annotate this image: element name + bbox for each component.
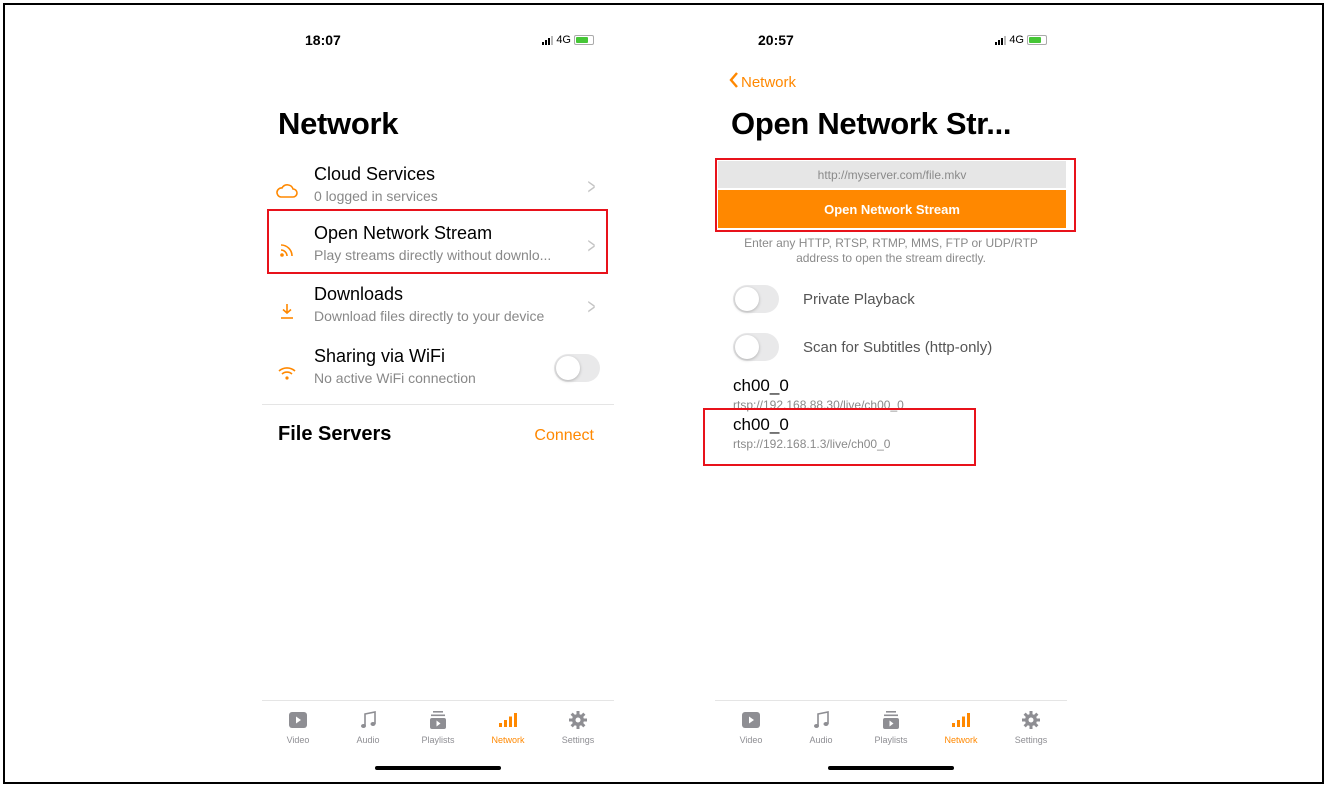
file-servers-title: File Servers (278, 423, 392, 445)
connect-button[interactable]: Connect (534, 427, 594, 445)
tab-label: Playlists (874, 735, 908, 745)
tab-audio[interactable]: Audio (333, 709, 403, 745)
downloads-row[interactable]: Downloads Download files directly to you… (262, 282, 614, 342)
music-note-icon (333, 709, 403, 731)
hint-text: Enter any HTTP, RTSP, RTMP, MMS, FTP or … (744, 236, 1038, 265)
music-note-icon (786, 709, 856, 731)
tab-label: Settings (1014, 735, 1048, 745)
page-title: Open Network Str... (731, 106, 1012, 141)
tab-label: Audio (809, 735, 833, 745)
row-title: Sharing via WiFi (314, 346, 446, 366)
tab-label: Settings (561, 735, 595, 745)
tab-audio[interactable]: Audio (786, 709, 856, 745)
tab-video[interactable]: Video (716, 709, 786, 745)
private-playback-row: Private Playback (733, 284, 1053, 314)
toggle-label: Scan for Subtitles (http-only) (803, 338, 993, 356)
back-button[interactable]: Network (729, 72, 796, 92)
row-title: Downloads (314, 284, 404, 304)
tab-label: Video (739, 735, 763, 745)
tab-video[interactable]: Video (263, 709, 333, 745)
network-status: 4G (995, 34, 1047, 46)
wifi-sharing-toggle[interactable] (554, 354, 600, 382)
battery-icon (1027, 35, 1047, 45)
tab-playlists[interactable]: Playlists (403, 709, 473, 745)
gear-icon (996, 709, 1066, 731)
tab-label: Audio (356, 735, 380, 745)
network-status: 4G (542, 34, 594, 46)
highlight-box (267, 209, 608, 274)
chevron-right-icon: > (587, 294, 596, 319)
network-type: 4G (556, 34, 571, 46)
history-item[interactable]: ch00_0 rtsp://192.168.88.30/live/ch00_0 (733, 376, 904, 412)
network-bars-icon (473, 709, 543, 731)
row-subtitle: Download files directly to your device (314, 308, 545, 324)
chevron-right-icon: > (587, 174, 596, 199)
highlight-box (715, 158, 1076, 232)
history-name: ch00_0 (733, 376, 789, 395)
tab-label: Network (491, 735, 525, 745)
tab-bar: Video Audio Playlists Network Settings (262, 700, 614, 772)
screenshot-frame (3, 3, 1324, 784)
scan-subtitles-row: Scan for Subtitles (http-only) (733, 332, 1053, 362)
status-time: 18:07 (305, 32, 341, 48)
scan-subtitles-toggle[interactable] (733, 333, 779, 361)
cloud-icon (276, 180, 298, 202)
playlist-icon (403, 709, 473, 731)
playlist-icon (856, 709, 926, 731)
chevron-left-icon (729, 72, 739, 92)
tab-network[interactable]: Network (926, 709, 996, 745)
status-bar: 18:07 4G (262, 32, 614, 52)
highlight-box (703, 408, 976, 466)
tab-settings[interactable]: Settings (996, 709, 1066, 745)
tab-settings[interactable]: Settings (543, 709, 613, 745)
network-type: 4G (1009, 34, 1024, 46)
row-subtitle: No active WiFi connection (314, 370, 476, 386)
signal-icon (542, 35, 554, 45)
tab-label: Video (286, 735, 310, 745)
status-time: 20:57 (758, 32, 794, 48)
status-bar: 20:57 4G (715, 32, 1067, 52)
wifi-icon (276, 362, 298, 384)
video-icon (263, 709, 333, 731)
tab-label: Playlists (421, 735, 455, 745)
network-bars-icon (926, 709, 996, 731)
home-indicator (375, 766, 501, 770)
gear-icon (543, 709, 613, 731)
back-label: Network (741, 73, 797, 91)
home-indicator (828, 766, 954, 770)
row-title: Cloud Services (314, 164, 436, 184)
toggle-label: Private Playback (803, 290, 915, 308)
divider (262, 404, 614, 405)
private-playback-toggle[interactable] (733, 285, 779, 313)
video-icon (716, 709, 786, 731)
battery-icon (574, 35, 594, 45)
signal-icon (995, 35, 1007, 45)
download-icon (276, 300, 298, 322)
row-subtitle: 0 logged in services (314, 188, 438, 204)
tab-bar: Video Audio Playlists Network Settings (715, 700, 1067, 772)
sharing-wifi-row: Sharing via WiFi No active WiFi connecti… (262, 344, 614, 404)
tab-playlists[interactable]: Playlists (856, 709, 926, 745)
right-phone-screen: 20:57 4G Network Open Network Str... htt… (703, 20, 1076, 772)
tab-label: Network (944, 735, 978, 745)
left-phone-screen: 18:07 4G Network Cloud Services 0 logged… (262, 20, 614, 772)
page-title: Network (278, 106, 399, 141)
tab-network[interactable]: Network (473, 709, 543, 745)
